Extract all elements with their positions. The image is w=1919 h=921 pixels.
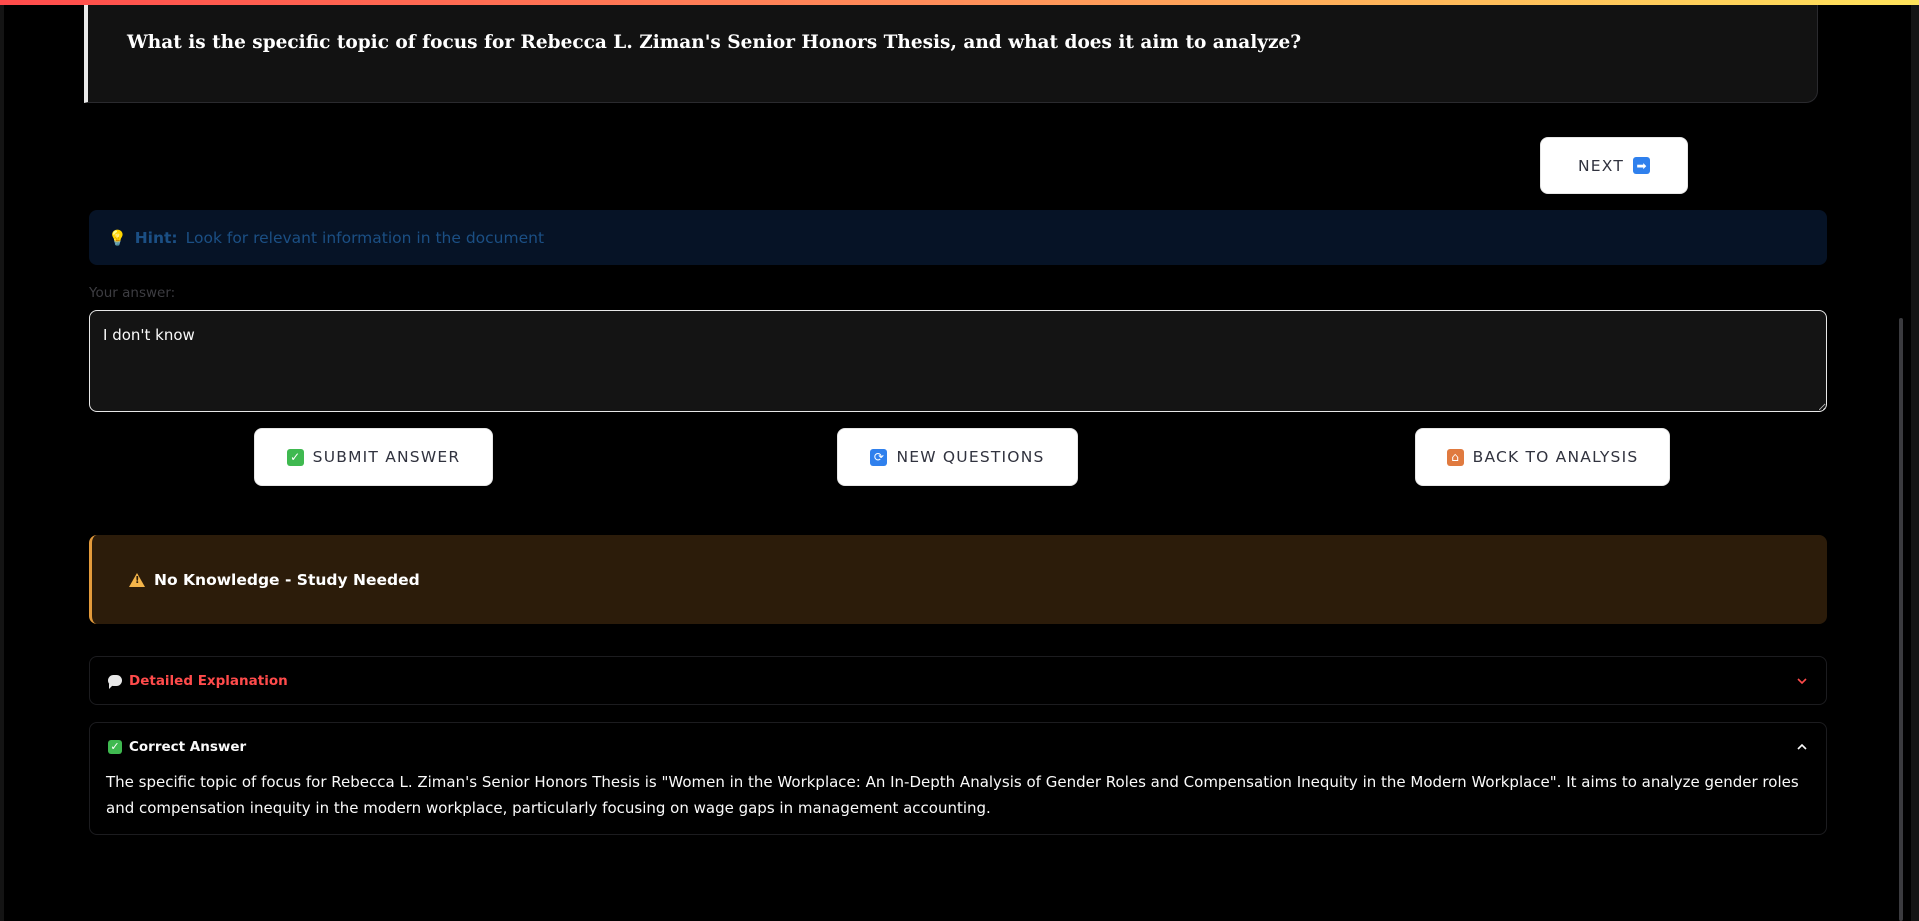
next-button[interactable]: NEXT ➡ — [1540, 137, 1688, 194]
hint-text: Look for relevant information in the doc… — [185, 228, 545, 247]
answer-input[interactable] — [89, 310, 1827, 412]
status-alert: No Knowledge - Study Needed — [89, 535, 1827, 624]
new-questions-label: NEW QUESTIONS — [896, 448, 1045, 466]
refresh-icon: ⟳ — [870, 448, 888, 466]
chevron-up-icon[interactable] — [1796, 741, 1808, 753]
new-questions-button[interactable]: ⟳ NEW QUESTIONS — [837, 428, 1078, 486]
hint-label: Hint: — [134, 228, 178, 247]
check-mark-icon: ✓ — [108, 739, 122, 754]
chevron-down-icon[interactable] — [1796, 675, 1808, 687]
submit-answer-label: SUBMIT ANSWER — [312, 448, 461, 466]
question-text: What is the specific topic of focus for … — [127, 32, 1302, 53]
question-card: What is the specific topic of focus for … — [84, 0, 1818, 103]
answer-label: Your answer: — [89, 285, 176, 301]
next-button-label: NEXT — [1577, 156, 1624, 175]
speech-bubble-icon — [108, 675, 122, 689]
detailed-explanation-title: Detailed Explanation — [129, 672, 288, 689]
main-content: What is the specific topic of focus for … — [4, 0, 1911, 921]
correct-answer-expander: ✓ Correct Answer The specific topic of f… — [89, 722, 1827, 835]
correct-answer-title: Correct Answer — [129, 738, 247, 755]
hint-box: 💡 Hint: Look for relevant information in… — [89, 210, 1827, 265]
back-to-analysis-button[interactable]: ⌂ BACK TO ANALYSIS — [1415, 428, 1670, 486]
right-arrow-icon: ➡ — [1633, 157, 1650, 174]
warning-icon — [129, 572, 145, 587]
submit-answer-button[interactable]: ✓ SUBMIT ANSWER — [254, 428, 493, 486]
check-mark-icon: ✓ — [286, 448, 304, 466]
lightbulb-icon: 💡 — [108, 228, 127, 247]
back-to-analysis-label: BACK TO ANALYSIS — [1472, 448, 1639, 466]
correct-answer-text: The specific topic of focus for Rebecca … — [106, 773, 1799, 817]
top-accent-bar — [0, 0, 1919, 5]
scrollbar[interactable] — [1899, 318, 1903, 921]
status-text: No Knowledge - Study Needed — [154, 570, 420, 589]
house-icon: ⌂ — [1446, 448, 1464, 466]
detailed-explanation-header[interactable]: Detailed Explanation — [108, 657, 1808, 704]
correct-answer-header[interactable]: ✓ Correct Answer — [108, 723, 1808, 770]
detailed-explanation-expander[interactable]: Detailed Explanation — [89, 656, 1827, 705]
